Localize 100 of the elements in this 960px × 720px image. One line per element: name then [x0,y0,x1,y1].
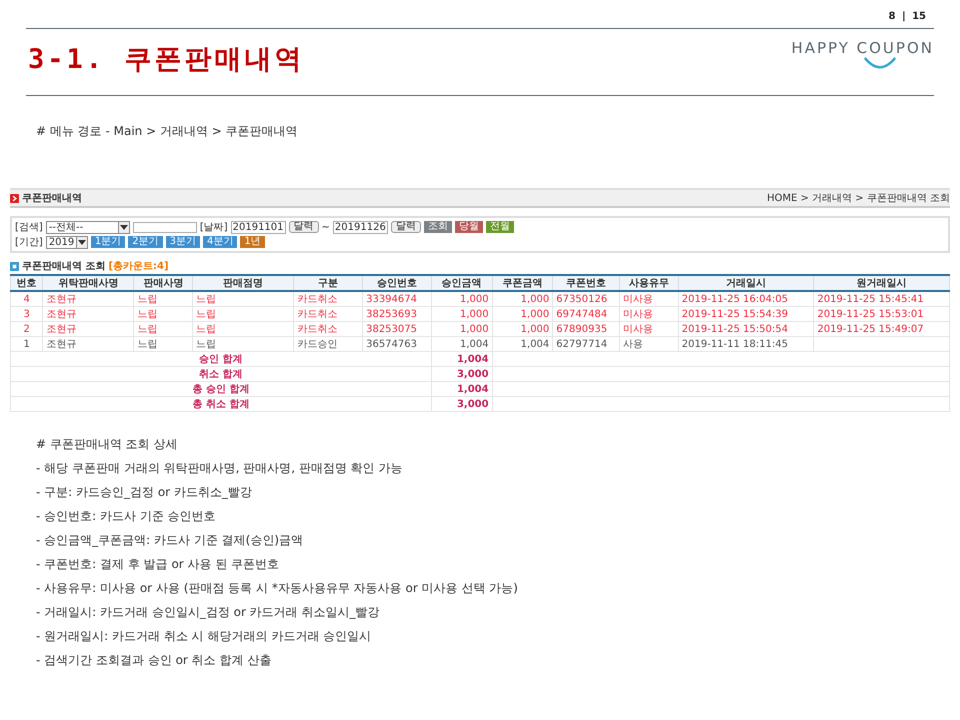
logo: HAPPY COUPON [791,39,934,69]
table-cell: 1,000 [460,294,489,304]
table-cell: 1,000 [460,308,489,320]
table-cell: 느립 [196,324,216,335]
detail-line: - 승인번호: 카드사 기준 승인번호 [36,508,217,525]
table-cell: 조현규 [46,339,76,350]
table-cell: 느립 [196,294,216,305]
column-header: 거래일시 [678,275,814,291]
table-cell: 2019-11-25 15:50:54 [682,324,788,334]
column-header: 쿠폰번호 [552,275,620,291]
keyword-field[interactable] [132,222,197,232]
column-header: 승인금액 [431,275,492,291]
period-button[interactable]: 4분기 [202,236,238,248]
table-cell: 느립 [137,294,158,305]
total-value: 3,000 [456,398,489,410]
table-cell: 미사용 [623,294,654,305]
total-value: 1,004 [456,384,489,394]
detail-line: - 해당 쿠폰판매 거래의 위탁판매사명, 판매사명, 판매점명 확인 가능 [36,460,404,477]
table-cell: 미사용 [623,309,654,320]
column-header: 승인번호 [362,275,432,291]
slide-title: 3-1. 쿠폰판매내역 [28,43,304,77]
table-cell: 2019-11-11 18:11:45 [682,338,788,350]
table-cell: 느립 [196,309,216,320]
year-select[interactable]: 2019 [46,236,88,248]
arrow-square-icon [10,194,19,202]
table-cell: 1,000 [520,308,550,320]
detail-line: - 승인금액_쿠폰금액: 카드사 기준 결제(승인)금액 [36,532,304,549]
menu-path: # 메뉴 경로 - Main > 거래내역 > 쿠폰판매내역 [36,123,299,140]
column-header: 위탁판매사명 [42,275,134,291]
column-header: 구분 [294,275,363,291]
table-cell: 2019-11-25 15:49:07 [817,324,924,334]
table-cell: 조현규 [46,309,76,320]
table-cell: 조현규 [46,294,76,305]
search-label: [검색] [15,221,43,234]
details-heading: # 쿠폰판매내역 조회 상세 [36,436,178,453]
table-cell: 67350126 [556,294,608,304]
detail-line: - 거래일시: 카드거래 승인일시_검정 or 카드거래 취소일시_빨강 [36,604,381,621]
total-label: 승인 합계 [199,354,243,365]
start-date-field[interactable]: 20191101 [230,220,286,234]
table-cell: 2019-11-25 15:53:01 [817,308,924,320]
tilde: ~ [322,222,330,232]
search-action-button[interactable]: 전월 [486,221,514,233]
detail-line: - 원거래일시: 카드거래 취소 시 해당거래의 카드거래 승인일시 [36,628,372,645]
table-cell: 2 [24,324,30,334]
result-caption: 쿠폰판매내역 조회 [22,260,106,273]
detail-line: - 검색기간 조회결과 승인 or 취소 합계 산출 [36,652,272,669]
period-button[interactable]: 1년 [240,236,265,248]
total-value: 3,000 [456,368,489,380]
end-date-field[interactable]: 20191126 [332,220,388,234]
table-cell: 카드취소 [297,309,338,320]
table-cell: 미사용 [623,324,654,335]
table-cell: 38253075 [366,324,417,334]
period-label: [기간] [15,236,43,249]
calendar-button[interactable]: 달력 [288,221,319,233]
category-select[interactable]: --전체-- [46,220,130,234]
total-label: 취소 합계 [199,369,243,380]
period-button[interactable]: 2분기 [128,236,163,248]
table-cell: 느립 [137,339,158,350]
table-cell: 4 [24,294,30,304]
table-cell: 느립 [137,309,158,320]
detail-line: - 구분: 카드승인_검정 or 카드취소_빨강 [36,484,253,501]
screen-title: 쿠폰판매내역 [22,192,82,205]
page-number: 8 | 15 [888,11,926,22]
table-cell: 느립 [137,324,158,335]
column-header: 번호 [10,275,43,291]
dropdown-icon [76,236,87,248]
table-cell: 느립 [196,339,216,350]
period-button[interactable]: 3분기 [166,236,200,248]
table-cell: 1,000 [520,294,550,304]
table-cell: 62797714 [556,338,608,350]
table-cell: 사용 [623,339,644,350]
result-count: [총카운트:4] [108,260,169,273]
table-cell: 카드취소 [297,294,338,305]
total-label: 총 취소 합계 [192,399,250,410]
table-cell: 1,000 [460,324,489,334]
table-cell: 1,000 [520,324,550,334]
table-cell: 69747484 [556,308,608,320]
total-label: 총 승인 합계 [192,384,250,395]
table-cell: 36574763 [366,338,417,350]
column-header: 원거래일시 [814,275,950,291]
column-header: 쿠폰금액 [492,275,553,291]
table-cell: 1,004 [460,338,489,350]
search-action-button[interactable]: 조회 [424,221,452,233]
table-cell: 1 [24,338,30,350]
table-cell: 2019-11-25 16:04:05 [682,294,788,304]
search-action-button[interactable]: 당월 [454,221,483,233]
table-cell: 카드승인 [297,339,338,350]
total-value: 1,004 [456,354,489,364]
table-cell: 38253693 [366,308,417,320]
column-header: 사용유무 [620,275,678,291]
period-button[interactable]: 1분기 [90,236,126,248]
table-cell: 2019-11-25 15:54:39 [682,308,788,320]
table-cell: 33394674 [366,294,417,304]
column-header: 판매점명 [192,275,294,291]
table-cell: 2019-11-25 15:45:41 [817,294,924,304]
calendar-button[interactable]: 달력 [390,221,421,233]
detail-line: - 사용유무: 미사용 or 사용 (판매점 등록 시 *자동사용유무 자동사용 or 미사용 선택 가능) [36,580,519,597]
table-cell: 3 [24,308,30,320]
detail-line: - 쿠폰번호: 결제 후 발급 or 사용 된 쿠폰번호 [36,556,280,573]
date-label: [날짜] [200,221,228,234]
